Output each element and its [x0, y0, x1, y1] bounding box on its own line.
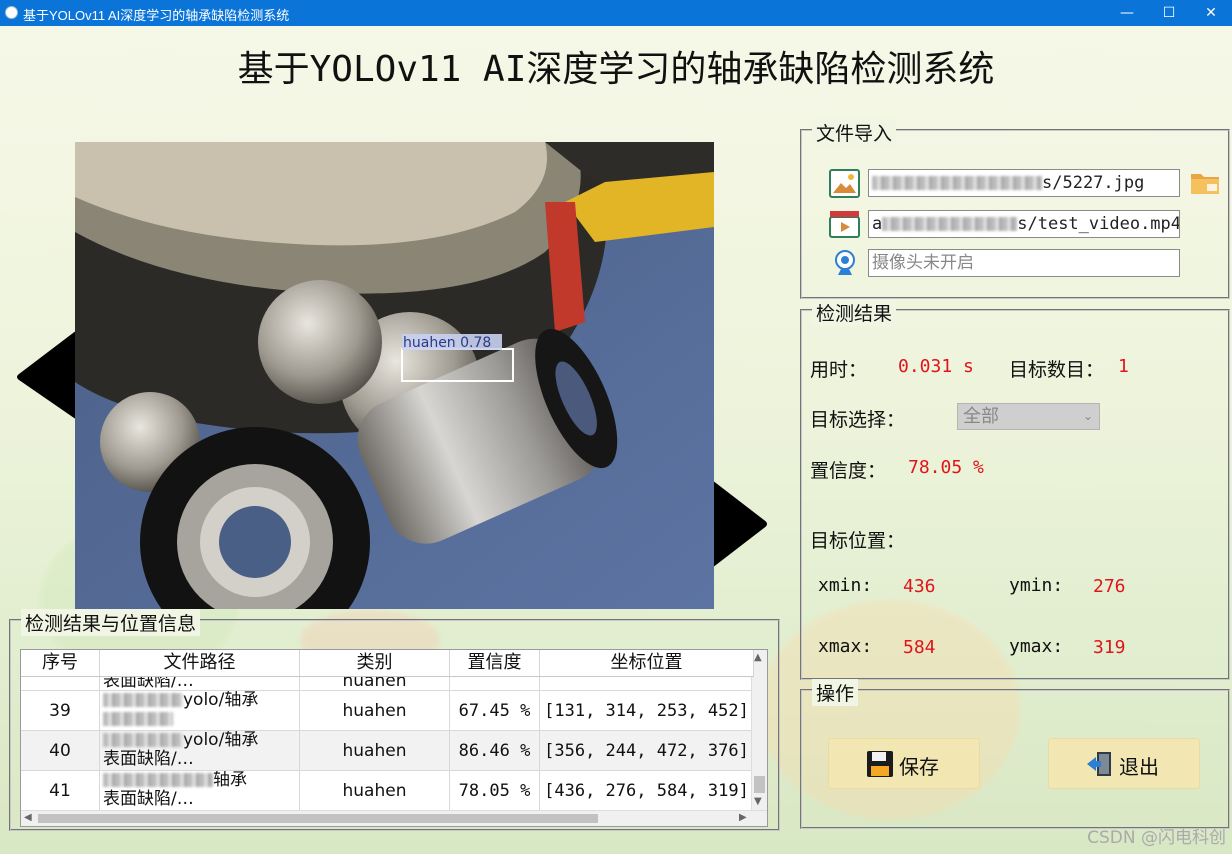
table-row[interactable]: 41 轴承 表面缺陷/… huahen 78.05 % [436, 276, 58… — [21, 771, 754, 811]
cell-path-text: yolo/轴承 — [183, 691, 259, 710]
cell-coords: [356, 244, 472, 376] — [540, 731, 754, 771]
cell-path-text: yolo/轴承 — [183, 731, 259, 750]
target-count-label: 目标数目： — [1009, 359, 1105, 381]
operations-title: 操作 — [812, 679, 859, 706]
video-file-icon[interactable] — [829, 209, 860, 238]
cell-path-text: 表面缺陷/… — [103, 789, 194, 809]
cell-id: 40 — [21, 731, 100, 771]
scroll-down-icon[interactable]: ▼ — [754, 796, 762, 807]
scroll-thumb[interactable] — [754, 776, 765, 793]
cell-path-text: 轴承 — [213, 771, 247, 790]
ymax-label: ymax: — [1009, 636, 1064, 657]
ymin-value: 276 — [1093, 576, 1126, 597]
file-import-title: 文件导入 — [812, 119, 897, 146]
scroll-left-icon[interactable]: ◀ — [24, 812, 32, 823]
scroll-right-icon[interactable]: ▶ — [739, 812, 747, 823]
confidence-label: 置信度： — [810, 460, 887, 482]
xmax-value: 584 — [903, 637, 936, 658]
video-path-field[interactable]: a s/test_video.mp4 — [868, 210, 1180, 238]
open-folder-icon[interactable] — [1189, 166, 1221, 198]
cell-coords: [436, 276, 584, 319] — [540, 771, 754, 811]
image-file-icon[interactable] — [829, 169, 860, 198]
target-select-value: 全部 — [963, 406, 999, 427]
cell-path: yolo/轴承 — [100, 691, 300, 731]
cell-id: 39 — [21, 691, 100, 731]
target-position-label: 目标位置： — [810, 530, 906, 552]
column-header-coords[interactable]: 坐标位置 — [540, 650, 754, 676]
camera-icon[interactable] — [833, 250, 857, 276]
cell-confidence: 78.05 % — [450, 771, 540, 811]
exit-label: 退出 — [1119, 755, 1159, 779]
window-title: 基于YOLOv11 AI深度学习的轴承缺陷检测系统 — [23, 8, 290, 23]
exit-button[interactable]: 退出 — [1048, 738, 1200, 789]
cell-path-text: 表面缺陷/… — [103, 749, 194, 769]
scroll-up-icon[interactable]: ▲ — [754, 652, 762, 663]
close-button[interactable]: ✕ — [1188, 0, 1232, 26]
cell-confidence: 67.45 % — [450, 691, 540, 731]
video-path-prefix: a — [872, 214, 883, 234]
chevron-down-icon: ⌄ — [1082, 409, 1093, 423]
cell-class: huahen — [300, 731, 450, 771]
table-row[interactable]: 40 yolo/轴承 表面缺陷/… huahen 86.46 % [356, 24… — [21, 731, 754, 771]
xmin-value: 436 — [903, 576, 936, 597]
video-path-text: s/test_video.mp4 — [1017, 214, 1180, 234]
bearing-image: huahen 0.78 — [75, 142, 714, 609]
xmin-label: xmin: — [818, 575, 873, 596]
redacted-path — [103, 773, 213, 787]
redacted-path — [103, 693, 183, 707]
scroll-thumb[interactable] — [38, 814, 598, 823]
table-row[interactable]: 39 yolo/轴承 huahen 67.45 % [131, 314, 253… — [21, 691, 754, 731]
redacted-path — [872, 176, 1042, 190]
xmax-label: xmax: — [818, 636, 873, 657]
save-icon — [867, 751, 893, 777]
window-titlebar: 基于YOLOv11 AI深度学习的轴承缺陷检测系统 — ☐ ✕ — [0, 0, 1232, 26]
redacted-path — [103, 733, 183, 747]
column-header-confidence[interactable]: 置信度 — [450, 650, 540, 676]
target-select-dropdown[interactable]: 全部 ⌄ — [957, 403, 1100, 430]
image-path-text: s/5227.jpg — [1042, 173, 1145, 193]
cell-coords: [131, 314, 253, 452] — [540, 691, 754, 731]
minimize-button[interactable]: — — [1104, 0, 1150, 26]
table-header: 序号 文件路径 类别 置信度 坐标位置 — [21, 650, 754, 677]
save-button[interactable]: 保存 — [828, 738, 980, 789]
results-table-title: 检测结果与位置信息 — [21, 609, 201, 636]
exit-door-icon — [1087, 752, 1111, 776]
maximize-button[interactable]: ☐ — [1146, 0, 1192, 26]
image-viewer: huahen 0.78 — [75, 142, 714, 609]
cell-id: 41 — [21, 771, 100, 811]
target-select-label: 目标选择： — [810, 409, 906, 431]
horizontal-scrollbar[interactable]: ◀ ▶ — [21, 810, 767, 826]
results-table[interactable]: 序号 文件路径 类别 置信度 坐标位置 表面缺陷/… huahen 39 yol… — [20, 649, 768, 827]
cell-class: huahen — [300, 771, 450, 811]
redacted-path — [882, 217, 1018, 231]
camera-status-field[interactable]: 摄像头未开启 — [868, 249, 1180, 277]
app-icon — [5, 6, 18, 19]
cell-path: yolo/轴承 表面缺陷/… — [100, 731, 300, 771]
confidence-value: 78.05 % — [908, 457, 984, 478]
time-label: 用时： — [810, 359, 868, 381]
column-header-path[interactable]: 文件路径 — [100, 650, 300, 676]
ymax-value: 319 — [1093, 637, 1126, 658]
cell-class: huahen — [300, 691, 450, 731]
column-header-class[interactable]: 类别 — [300, 650, 450, 676]
page-title: 基于YOLOv11 AI深度学习的轴承缺陷检测系统 — [237, 49, 995, 90]
previous-arrow-icon[interactable] — [15, 330, 77, 420]
save-label: 保存 — [899, 755, 939, 779]
detection-results-title: 检测结果 — [812, 299, 897, 326]
ymin-label: ymin: — [1009, 575, 1064, 596]
watermark: CSDN @闪电科创 — [1087, 828, 1226, 848]
next-arrow-icon[interactable] — [712, 480, 770, 568]
image-path-field[interactable]: s/5227.jpg — [868, 169, 1180, 197]
cell-path: 轴承 表面缺陷/… — [100, 771, 300, 811]
time-value: 0.031 s — [898, 356, 974, 377]
cell-confidence: 86.46 % — [450, 731, 540, 771]
target-count-value: 1 — [1118, 356, 1129, 377]
redacted-path — [103, 712, 173, 726]
column-header-id[interactable]: 序号 — [21, 650, 100, 676]
detection-label: huahen 0.78 — [403, 335, 491, 351]
